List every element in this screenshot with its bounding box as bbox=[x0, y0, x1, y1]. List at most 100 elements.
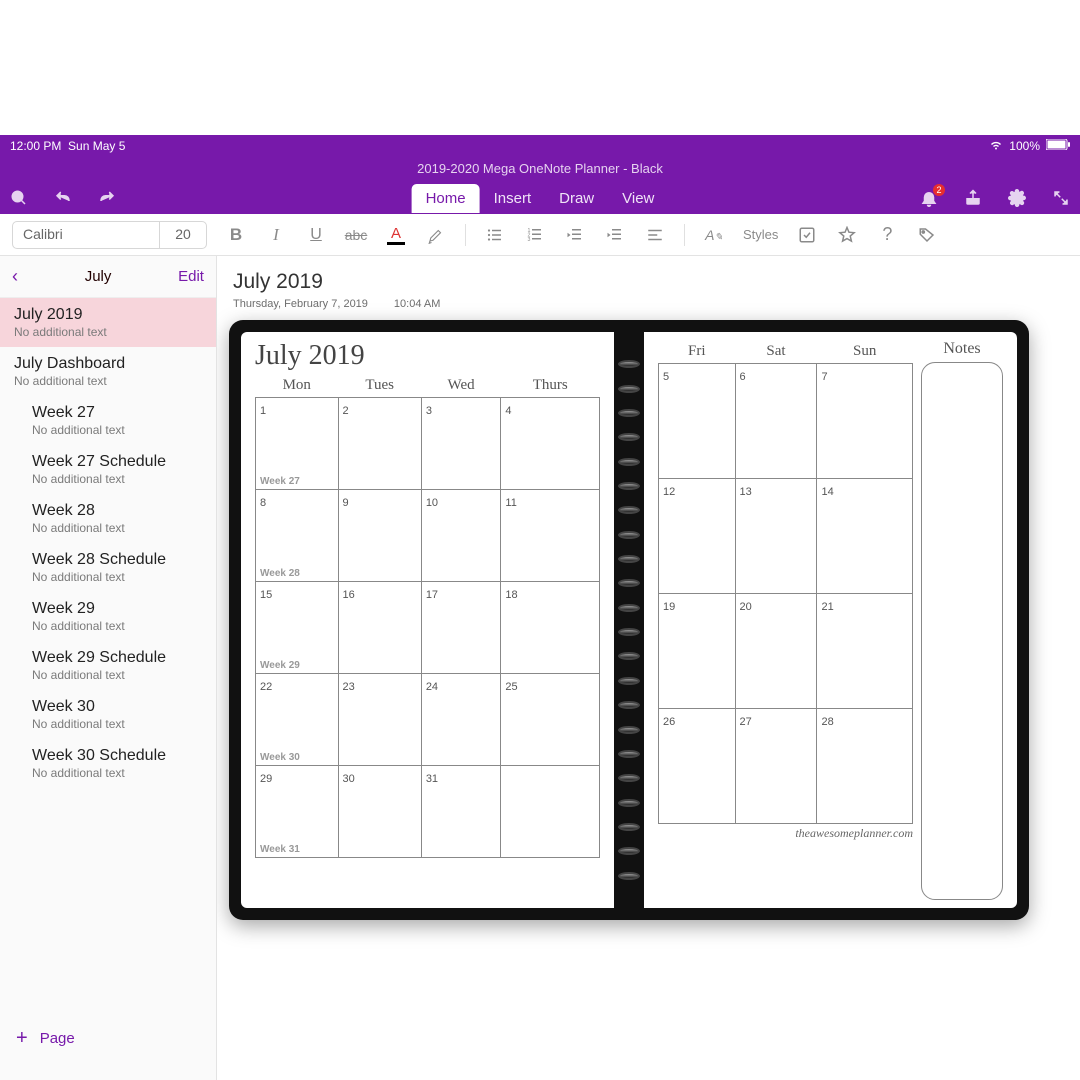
styles-icon[interactable]: A✎ bbox=[703, 224, 725, 246]
search-icon[interactable] bbox=[8, 187, 30, 209]
back-icon[interactable]: ‹ bbox=[12, 266, 18, 287]
strikethrough-icon[interactable]: abc bbox=[345, 224, 367, 246]
calendar-right: FriSatSun567121314192021262728 bbox=[658, 340, 913, 824]
sidebar-item[interactable]: Week 30 ScheduleNo additional text bbox=[0, 739, 216, 788]
highlight-icon[interactable] bbox=[425, 224, 447, 246]
bullet-list-icon[interactable] bbox=[484, 224, 506, 246]
font-selector[interactable]: Calibri 20 bbox=[12, 221, 207, 249]
align-icon[interactable] bbox=[644, 224, 666, 246]
sidebar-item-sub: No additional text bbox=[14, 374, 202, 388]
numbered-list-icon[interactable]: 123 bbox=[524, 224, 546, 246]
sidebar-item-name: Week 28 bbox=[32, 502, 202, 520]
status-date: Sun May 5 bbox=[68, 139, 125, 153]
star-icon[interactable] bbox=[836, 224, 858, 246]
planner-right-page: FriSatSun567121314192021262728 theawesom… bbox=[644, 332, 1017, 908]
bold-icon[interactable]: B bbox=[225, 224, 247, 246]
sidebar-item[interactable]: Week 28No additional text bbox=[0, 494, 216, 543]
question-icon[interactable]: ? bbox=[876, 224, 898, 246]
add-page-button[interactable]: + Page bbox=[0, 1017, 216, 1060]
sidebar-item-name: July 2019 bbox=[14, 306, 202, 324]
page-sidebar: ‹ July Edit July 2019No additional textJ… bbox=[0, 256, 217, 1080]
sidebar-item-sub: No additional text bbox=[32, 717, 202, 731]
planner-image: July 2019 MonTuesWedThurs1Week 272348Wee… bbox=[229, 320, 1029, 920]
window-title: 2019-2020 Mega OneNote Planner - Black bbox=[0, 157, 1080, 182]
edit-button[interactable]: Edit bbox=[178, 268, 204, 285]
sidebar-item[interactable]: Week 29No additional text bbox=[0, 592, 216, 641]
battery-icon bbox=[1046, 139, 1070, 153]
plus-icon: + bbox=[16, 1027, 28, 1050]
sidebar-item-sub: No additional text bbox=[32, 521, 202, 535]
section-title[interactable]: July bbox=[85, 268, 112, 285]
planner-month: July 2019 bbox=[255, 340, 600, 372]
sidebar-item[interactable]: Week 27 ScheduleNo additional text bbox=[0, 445, 216, 494]
sidebar-item-name: Week 29 Schedule bbox=[32, 649, 202, 667]
battery-pct: 100% bbox=[1009, 139, 1040, 153]
sidebar-item-name: Week 28 Schedule bbox=[32, 551, 202, 569]
outdent-icon[interactable] bbox=[564, 224, 586, 246]
sidebar-item-name: Week 29 bbox=[32, 600, 202, 618]
spiral-binding bbox=[614, 332, 644, 908]
wifi-icon bbox=[989, 139, 1003, 153]
page-meta: Thursday, February 7, 2019 10:04 AM bbox=[233, 298, 1068, 310]
sidebar-item[interactable]: Week 28 ScheduleNo additional text bbox=[0, 543, 216, 592]
sidebar-header: ‹ July Edit bbox=[0, 256, 216, 298]
sidebar-item-sub: No additional text bbox=[32, 472, 202, 486]
sidebar-item[interactable]: Week 30No additional text bbox=[0, 690, 216, 739]
settings-icon[interactable] bbox=[1006, 187, 1028, 209]
sidebar-item[interactable]: July 2019No additional text bbox=[0, 298, 216, 347]
underline-icon[interactable]: U bbox=[305, 224, 327, 246]
tab-draw[interactable]: Draw bbox=[545, 184, 608, 213]
sidebar-item-name: Week 30 Schedule bbox=[32, 747, 202, 765]
planner-url: theawesomeplanner.com bbox=[658, 826, 913, 841]
tab-home[interactable]: Home bbox=[412, 184, 480, 213]
sidebar-item-name: July Dashboard bbox=[14, 355, 202, 373]
sidebar-item[interactable]: Week 27No additional text bbox=[0, 396, 216, 445]
planner-left-page: July 2019 MonTuesWedThurs1Week 272348Wee… bbox=[241, 332, 614, 908]
notes-column: Notes bbox=[921, 340, 1003, 900]
add-page-label: Page bbox=[40, 1030, 75, 1047]
notifications-icon[interactable]: 2 bbox=[918, 187, 940, 209]
font-color-icon[interactable]: A bbox=[385, 224, 407, 246]
nav-bar: Home Insert Draw View 2 bbox=[0, 182, 1080, 214]
sidebar-item-sub: No additional text bbox=[32, 766, 202, 780]
font-size[interactable]: 20 bbox=[160, 222, 206, 248]
status-bar: 12:00 PM Sun May 5 100% bbox=[0, 135, 1080, 157]
page-time: 10:04 AM bbox=[394, 298, 440, 310]
notes-label: Notes bbox=[921, 340, 1003, 358]
sidebar-item-name: Week 30 bbox=[32, 698, 202, 716]
font-name[interactable]: Calibri bbox=[13, 222, 160, 248]
page-date: Thursday, February 7, 2019 bbox=[233, 298, 368, 310]
sidebar-item-sub: No additional text bbox=[32, 619, 202, 633]
redo-icon[interactable] bbox=[96, 187, 118, 209]
undo-icon[interactable] bbox=[52, 187, 74, 209]
tab-insert[interactable]: Insert bbox=[480, 184, 546, 213]
todo-icon[interactable] bbox=[796, 224, 818, 246]
status-time: 12:00 PM bbox=[10, 139, 61, 153]
page-content[interactable]: July 2019 Thursday, February 7, 2019 10:… bbox=[217, 256, 1080, 1080]
styles-label[interactable]: Styles bbox=[743, 227, 778, 242]
page-title[interactable]: July 2019 bbox=[233, 270, 1068, 294]
calendar-left: MonTuesWedThurs1Week 272348Week 28910111… bbox=[255, 374, 600, 858]
sidebar-item-sub: No additional text bbox=[14, 325, 202, 339]
tag-icon[interactable] bbox=[916, 224, 938, 246]
fullscreen-icon[interactable] bbox=[1050, 187, 1072, 209]
nav-tabs: Home Insert Draw View bbox=[412, 184, 669, 213]
separator bbox=[684, 224, 685, 246]
sidebar-item-sub: No additional text bbox=[32, 423, 202, 437]
status-left: 12:00 PM Sun May 5 bbox=[10, 139, 125, 153]
separator bbox=[465, 224, 466, 246]
italic-icon[interactable]: I bbox=[265, 224, 287, 246]
top-spacer bbox=[0, 0, 1080, 135]
tab-view[interactable]: View bbox=[608, 184, 668, 213]
sidebar-item-name: Week 27 Schedule bbox=[32, 453, 202, 471]
sidebar-item[interactable]: July DashboardNo additional text bbox=[0, 347, 216, 396]
formatting-toolbar: Calibri 20 B I U abc A 123 A✎ Styles ? bbox=[0, 214, 1080, 256]
indent-icon[interactable] bbox=[604, 224, 626, 246]
sidebar-item[interactable]: Week 29 ScheduleNo additional text bbox=[0, 641, 216, 690]
notes-box bbox=[921, 362, 1003, 900]
share-icon[interactable] bbox=[962, 187, 984, 209]
sidebar-item-name: Week 27 bbox=[32, 404, 202, 422]
status-right: 100% bbox=[989, 139, 1070, 153]
svg-text:3: 3 bbox=[528, 237, 531, 243]
notifications-badge: 2 bbox=[933, 184, 945, 196]
